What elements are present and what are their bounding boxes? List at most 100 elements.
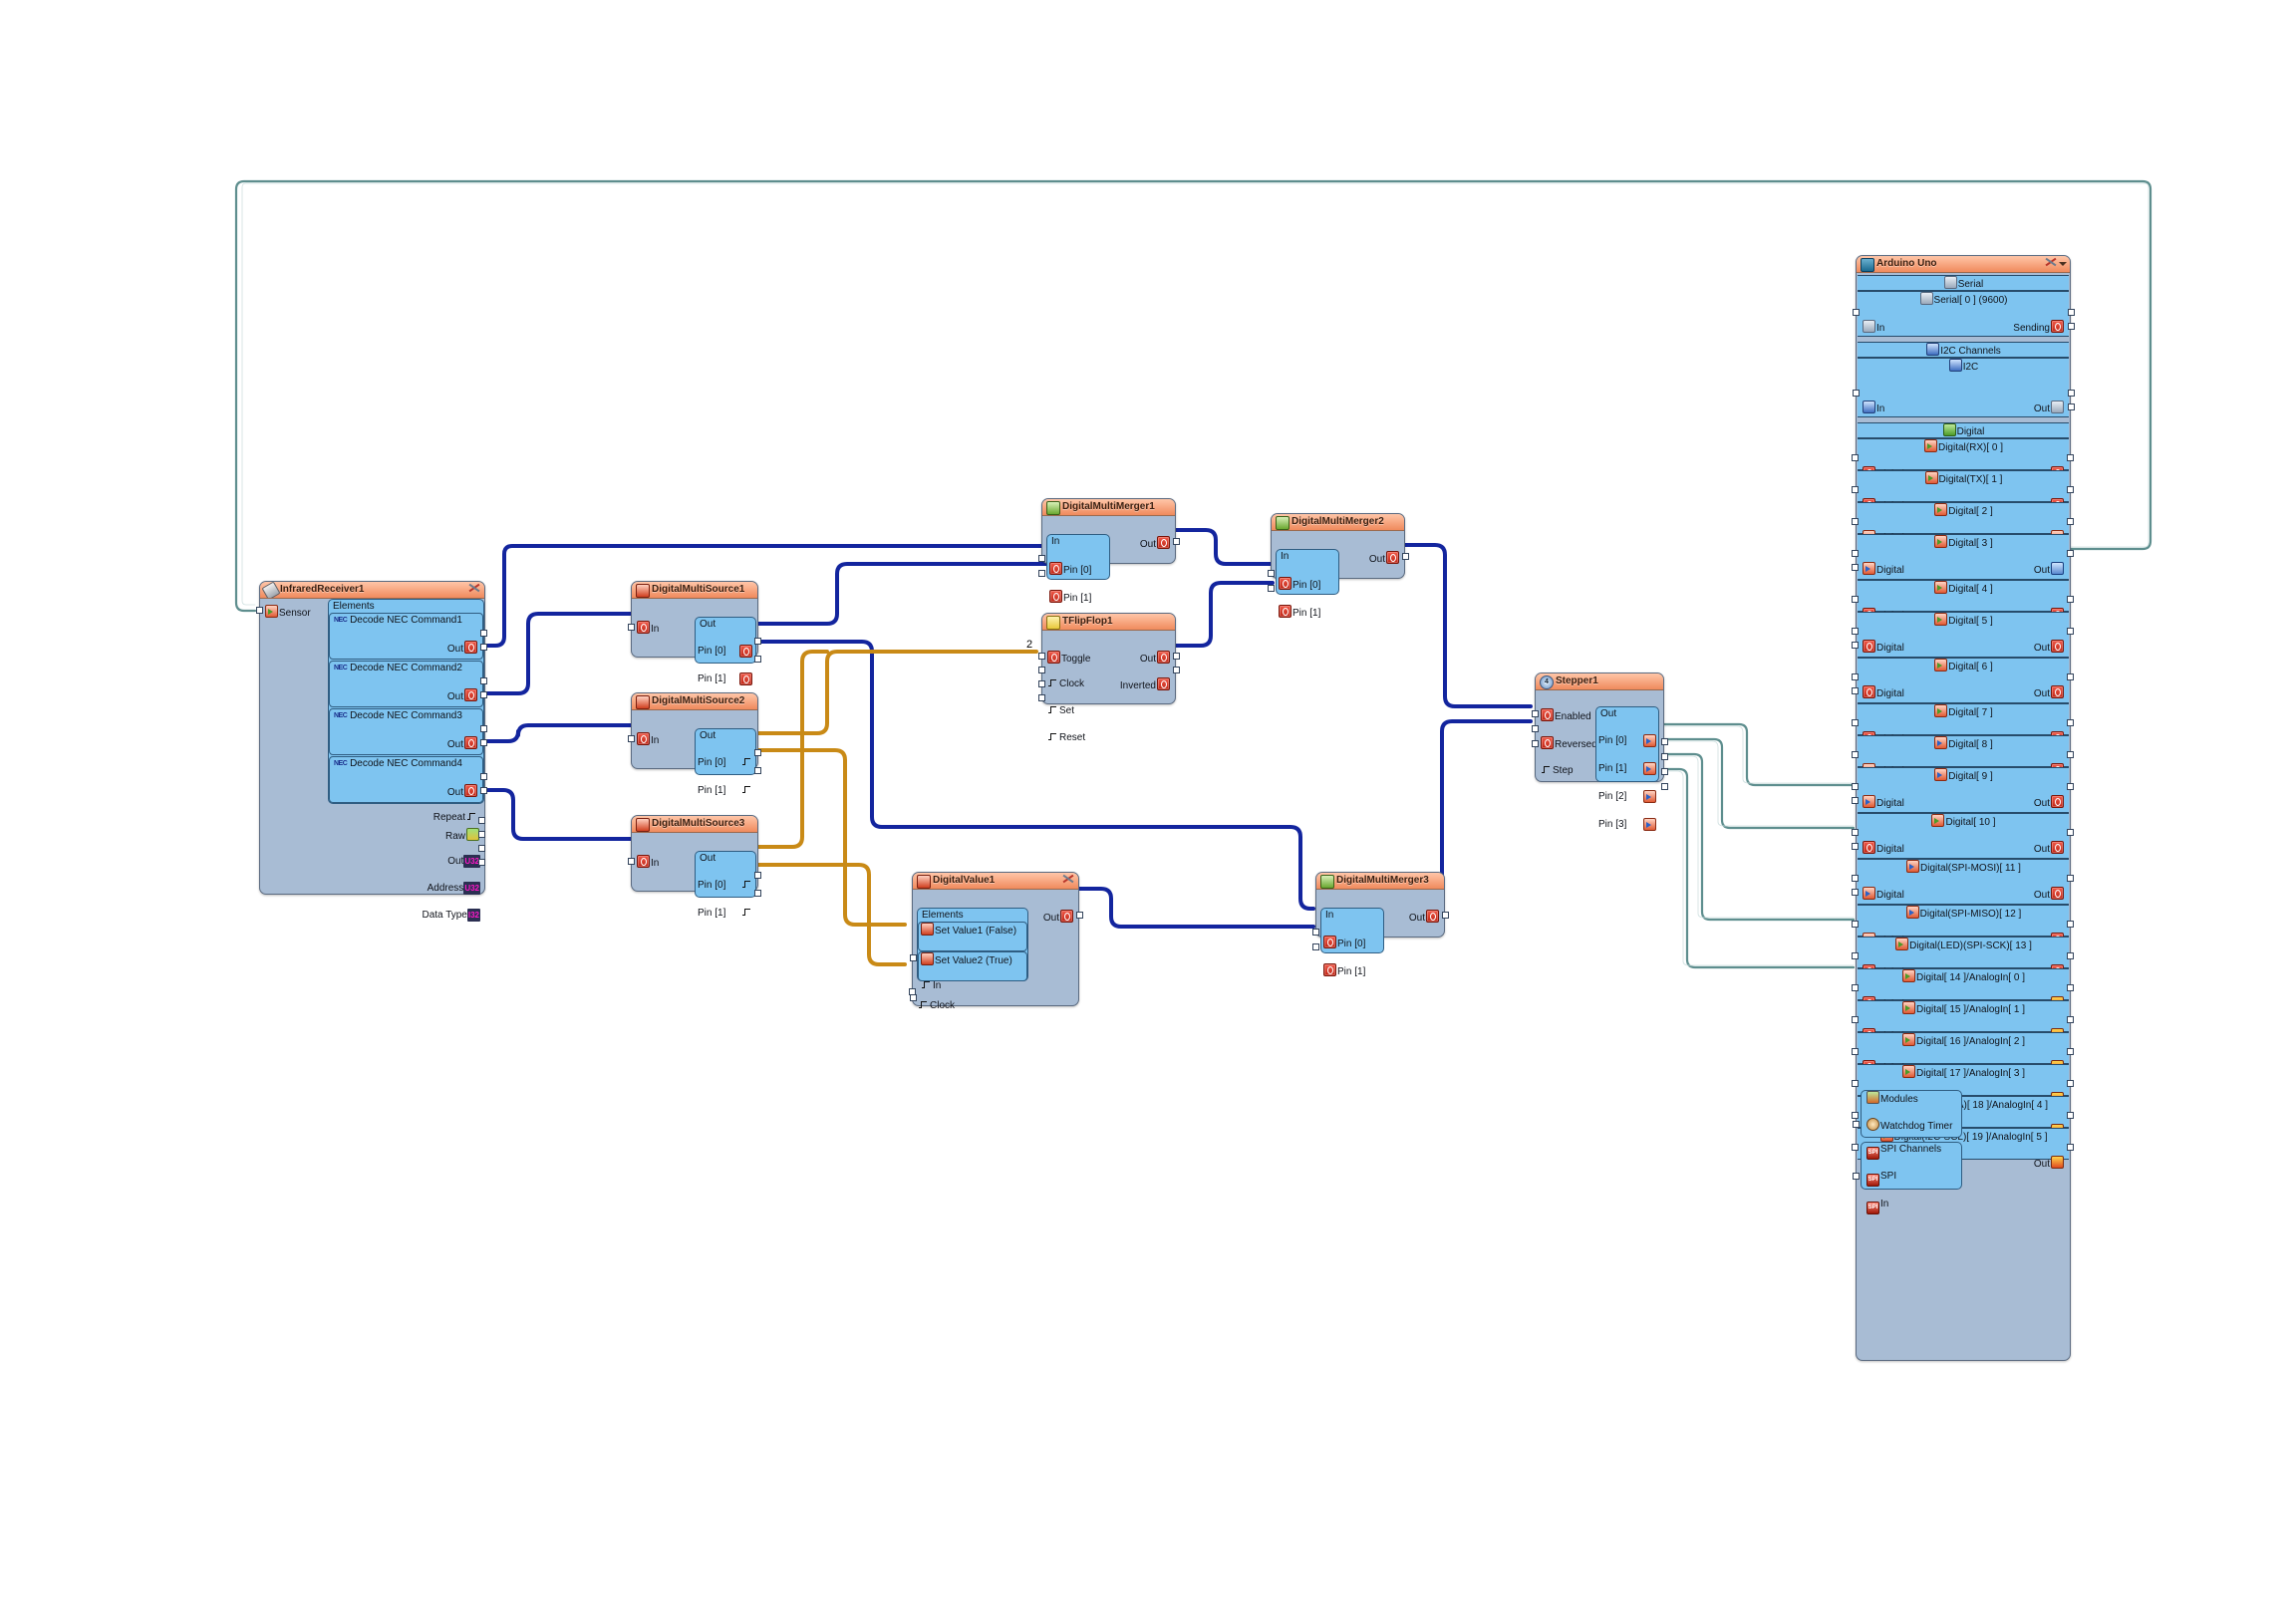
pin-out-2[interactable] bbox=[1661, 768, 1668, 775]
component-title-bar[interactable]: InfraredReceiver1 bbox=[260, 582, 484, 599]
component-t-flip-flop-1[interactable]: TFlipFlop1 Toggle Out Clock Inverted Set R… bbox=[1038, 613, 1180, 743]
set-value-2[interactable]: Set Value2 (True) In bbox=[918, 951, 1027, 991]
component-digital-multisource-3[interactable]: DigitalMultiSource3 In Out Pin [0] Pin [… bbox=[628, 815, 761, 919]
component-digital-multimerger-3[interactable]: DigitalMultiMerger3 Out In Pin [0] Pin [… bbox=[1312, 872, 1449, 977]
arduino-pin-right-11-0[interactable] bbox=[2067, 875, 2074, 882]
arduino-pin-right-19-0[interactable] bbox=[2067, 1144, 2074, 1151]
arduino-channel-5[interactable]: Digital[ 5 ]DigitalOutAnalog (PWM) bbox=[1858, 612, 2069, 680]
arduino-pin-left-7-0[interactable] bbox=[1852, 719, 1859, 726]
component-title-bar[interactable]: DigitalValue1 bbox=[913, 873, 1078, 890]
arduino-pin-left-3-0[interactable] bbox=[1852, 550, 1859, 557]
pin-in-0[interactable] bbox=[1312, 929, 1319, 936]
pin-cmd3-out[interactable] bbox=[480, 725, 487, 732]
pin-serial-in[interactable] bbox=[1853, 309, 1860, 316]
pin-step[interactable] bbox=[1532, 740, 1539, 747]
arduino-pin-right-15-0[interactable] bbox=[2067, 1016, 2074, 1023]
arduino-pin-left-6-0[interactable] bbox=[1852, 673, 1859, 680]
pin-out[interactable] bbox=[1402, 553, 1409, 560]
arduino-channel-1[interactable]: Digital(TX)[ 1 ]DigitalOut bbox=[1858, 470, 2069, 512]
pin-reset[interactable] bbox=[1038, 694, 1045, 701]
arduino-pin-right-13-0[interactable] bbox=[2067, 952, 2074, 959]
pin-out[interactable] bbox=[478, 831, 485, 838]
arduino-pin-left-5-0[interactable] bbox=[1852, 628, 1859, 635]
pin-sensor[interactable] bbox=[256, 607, 263, 614]
pin-spi-in[interactable] bbox=[1853, 1173, 1860, 1180]
arduino-pin-left-6-1[interactable] bbox=[1852, 687, 1859, 694]
pin-cmd2-out[interactable] bbox=[480, 677, 487, 684]
pin-in[interactable] bbox=[628, 624, 635, 631]
tools-icon[interactable] bbox=[1062, 874, 1075, 887]
pin-out[interactable] bbox=[1173, 653, 1180, 660]
arduino-pin-left-5-1[interactable] bbox=[1852, 642, 1859, 649]
arduino-pin-left-2-0[interactable] bbox=[1852, 518, 1859, 525]
arduino-pin-right-7-0[interactable] bbox=[2067, 719, 2074, 726]
component-title-bar[interactable]: TFlipFlop1 bbox=[1042, 614, 1175, 631]
arduino-pin-right-12-0[interactable] bbox=[2067, 921, 2074, 928]
pin-clock[interactable] bbox=[1038, 667, 1045, 673]
set-value-1[interactable]: Set Value1 (False) In bbox=[918, 922, 1027, 961]
pin-out[interactable] bbox=[1076, 912, 1083, 919]
pin-out-1[interactable] bbox=[1661, 753, 1668, 760]
channel-serial-0[interactable]: Serial[ 0 ] (9600) InSending Out bbox=[1858, 291, 2069, 361]
nec-element-1[interactable]: NEC Decode NEC Command1 Out Repeat bbox=[329, 613, 483, 679]
arduino-channel-6[interactable]: Digital[ 6 ]DigitalOutAnalog (PWM) bbox=[1858, 658, 2069, 726]
arduino-channel-9[interactable]: Digital[ 9 ]DigitalOutAnalog (PWM) bbox=[1858, 767, 2069, 836]
pin-out-3[interactable] bbox=[1661, 783, 1668, 790]
component-title-bar[interactable]: DigitalMultiMerger1 bbox=[1042, 499, 1175, 516]
arduino-channel-12[interactable]: Digital(SPI-MISO)[ 12 ]DigitalOut bbox=[1858, 905, 2069, 946]
pin-cmd1-repeat[interactable] bbox=[480, 644, 487, 651]
component-title-bar[interactable]: Arduino Uno bbox=[1857, 256, 2070, 273]
arduino-channel-15[interactable]: Digital[ 15 ]/AnalogIn[ 1 ]DigitalOut bbox=[1858, 1000, 2069, 1042]
pin-out[interactable] bbox=[1173, 538, 1180, 545]
pin-in-1[interactable] bbox=[1038, 570, 1045, 577]
pin-in-0[interactable] bbox=[1038, 555, 1045, 562]
pin-in[interactable] bbox=[628, 858, 635, 865]
pin-address[interactable] bbox=[478, 845, 485, 852]
arduino-channel-11[interactable]: Digital(SPI-MOSI)[ 11 ]DigitalOutAnalog … bbox=[1858, 859, 2069, 928]
pin-enabled[interactable] bbox=[1532, 710, 1539, 717]
arduino-pin-left-1-0[interactable] bbox=[1852, 486, 1859, 493]
pin-datatype[interactable] bbox=[478, 859, 485, 866]
arduino-pin-right-4-0[interactable] bbox=[2067, 596, 2074, 603]
pin-i2c-out[interactable] bbox=[2068, 390, 2075, 397]
arduino-pin-right-9-0[interactable] bbox=[2067, 783, 2074, 790]
pin-cmd4-repeat[interactable] bbox=[480, 787, 487, 794]
arduino-pin-left-16-0[interactable] bbox=[1852, 1048, 1859, 1055]
pin-out-1[interactable] bbox=[754, 767, 761, 774]
pin-clock[interactable] bbox=[909, 988, 916, 995]
arduino-pin-left-18-0[interactable] bbox=[1852, 1112, 1859, 1119]
pin-watchdog-clock[interactable] bbox=[1853, 1121, 1860, 1128]
pin-out-0[interactable] bbox=[754, 872, 761, 879]
arduino-channel-14[interactable]: Digital[ 14 ]/AnalogIn[ 0 ]DigitalOut bbox=[1858, 968, 2069, 1010]
arduino-pin-right-0-0[interactable] bbox=[2067, 454, 2074, 461]
arduino-pin-left-3-1[interactable] bbox=[1852, 564, 1859, 571]
arduino-pin-right-8-0[interactable] bbox=[2067, 751, 2074, 758]
component-title-bar[interactable]: 4 Stepper1 bbox=[1536, 673, 1663, 690]
component-stepper-1[interactable]: 4 Stepper1 Enabled Reversed Step Out Pin… bbox=[1532, 672, 1668, 831]
arduino-channel-0[interactable]: Digital(RX)[ 0 ]DigitalOut bbox=[1858, 438, 2069, 480]
pin-cmd1-out[interactable] bbox=[480, 630, 487, 637]
arduino-channel-10[interactable]: Digital[ 10 ]DigitalOutAnalog (PWM) bbox=[1858, 813, 2069, 882]
arduino-channel-8[interactable]: Digital[ 8 ]DigitalOut bbox=[1858, 735, 2069, 777]
arduino-pin-left-8-0[interactable] bbox=[1852, 751, 1859, 758]
arduino-pin-left-9-0[interactable] bbox=[1852, 783, 1859, 790]
chevron-down-icon[interactable] bbox=[2058, 260, 2067, 269]
arduino-pin-right-18-0[interactable] bbox=[2067, 1112, 2074, 1119]
tools-icon[interactable] bbox=[2045, 257, 2058, 269]
nec-element-3[interactable]: NEC Decode NEC Command3 Out Repeat bbox=[329, 708, 483, 775]
component-digital-value-1[interactable]: DigitalValue1 Out Elements Set Value1 (F… bbox=[909, 872, 1083, 1011]
arduino-pin-right-14-0[interactable] bbox=[2067, 984, 2074, 991]
component-digital-multimerger-2[interactable]: DigitalMultiMerger2 Out In Pin [0] Pin [… bbox=[1268, 513, 1409, 619]
pin-out[interactable] bbox=[1442, 912, 1449, 919]
component-digital-multisource-1[interactable]: DigitalMultiSource1 In Out Pin [0] Pin [… bbox=[628, 581, 761, 685]
arduino-pin-right-1-0[interactable] bbox=[2067, 486, 2074, 493]
arduino-channel-7[interactable]: Digital[ 7 ]DigitalOut bbox=[1858, 703, 2069, 745]
arduino-pin-left-14-0[interactable] bbox=[1852, 984, 1859, 991]
component-title-bar[interactable]: DigitalMultiSource3 bbox=[632, 816, 757, 833]
pin-cmd4-out[interactable] bbox=[480, 773, 487, 780]
arduino-pin-right-3-0[interactable] bbox=[2067, 550, 2074, 557]
pin-i2c-request[interactable] bbox=[2068, 403, 2075, 410]
pin-raw[interactable] bbox=[478, 817, 485, 824]
component-infrared-receiver-1[interactable]: InfraredReceiver1 Sensor Elements NEC De… bbox=[256, 581, 487, 922]
pin-inverted[interactable] bbox=[1173, 667, 1180, 673]
